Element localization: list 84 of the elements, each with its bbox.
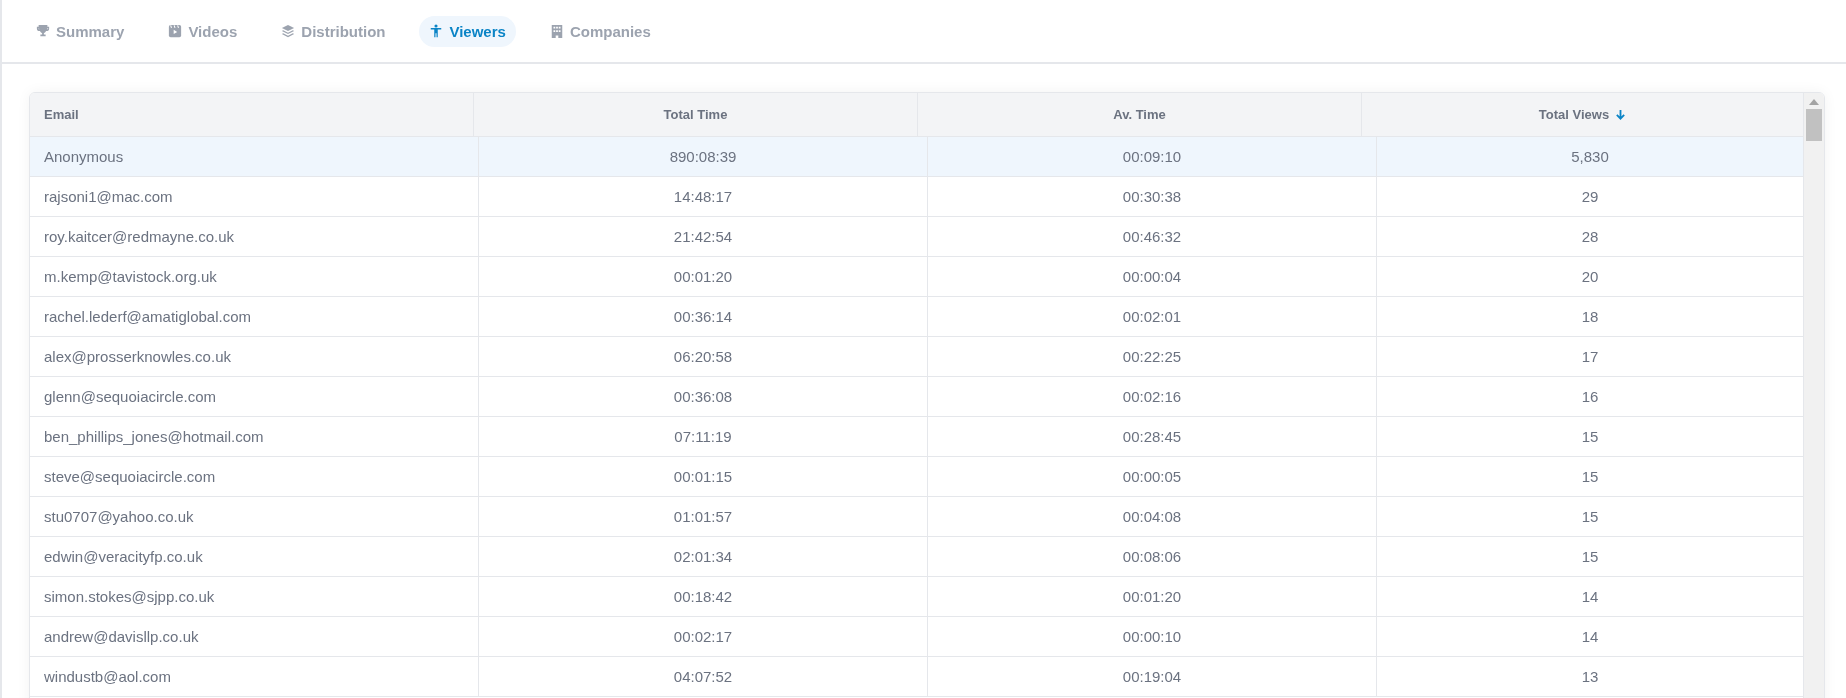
table-cell: glenn@sequoiacircle.com [30,377,479,416]
table-row[interactable]: steve@sequoiacircle.com 00:01:15 00:00:05 15 [30,457,1803,497]
table-row[interactable]: m.kemp@tavistock.org.uk 00:01:20 00:00:04 20 [30,257,1803,297]
table-cell: 890:08:39 [479,137,928,176]
table-cell: 00:36:08 [479,377,928,416]
scroll-up-arrow-icon[interactable] [1809,99,1819,105]
table-cell: 01:01:57 [479,497,928,536]
table-cell: ben_phillips_jones@hotmail.com [30,417,479,456]
table-row[interactable]: simon.stokes@sjpp.co.uk 00:18:42 00:01:20 14 [30,577,1803,617]
person-icon [429,24,444,38]
table-cell: 00:01:20 [928,577,1377,616]
table-cell-text: 15 [1580,427,1600,447]
table-row[interactable]: roy.kaitcer@redmayne.co.uk 21:42:54 00:46:32 28 [30,217,1803,257]
table-cell: stu0707@yahoo.co.uk [30,497,479,536]
table-cell-text: 28 [1580,227,1600,247]
table-cell: 00:00:05 [928,457,1377,496]
table-cell: 00:00:04 [928,257,1377,296]
arrow-down-icon[interactable] [1615,109,1627,120]
table-cell: 00:00:10 [928,617,1377,656]
table-cell: Anonymous [30,137,479,176]
table-cell: 00:04:08 [928,497,1377,536]
table-row[interactable]: glenn@sequoiacircle.com 00:36:08 00:02:16 16 [30,377,1803,417]
column-header[interactable]: Total Views [1362,93,1803,136]
table-cell: alex@prosserknowles.co.uk [30,337,479,376]
table-cell: 02:01:34 [479,537,928,576]
table-cell: 00:02:17 [479,617,928,656]
table-cell-text: 20 [1580,267,1600,287]
table-cell: 00:01:15 [479,457,928,496]
column-header[interactable]: Total Time [474,93,918,136]
table-cell-text: 5,830 [1570,147,1610,167]
table-cell: 00:19:04 [928,657,1377,696]
table-cell: 00:02:01 [928,297,1377,336]
trophy-icon [36,24,50,38]
table-cell-text: 16 [1580,387,1600,407]
table-cell: rajsoni1@mac.com [30,177,479,216]
table-row[interactable]: edwin@veracityfp.co.uk 02:01:34 00:08:06 15 [30,537,1803,577]
table-row[interactable]: windustb@aol.com 04:07:52 00:19:04 13 [30,657,1803,697]
table-cell: 21:42:54 [479,217,928,256]
tab[interactable]: Viewers [419,15,516,47]
table-cell: steve@sequoiacircle.com [30,457,479,496]
table-row[interactable]: ben_phillips_jones@hotmail.com 07:11:19 00:28:45 15 [30,417,1803,457]
table-cell: edwin@veracityfp.co.uk [30,537,479,576]
table-cell-text: 15 [1580,547,1600,567]
film-icon [168,24,183,38]
table-cell: 00:02:16 [928,377,1377,416]
table-cell: 00:36:14 [479,297,928,336]
layers-icon [281,24,296,38]
table-cell-text: 14 [1580,627,1600,647]
table-cell: 00:30:38 [928,177,1377,216]
table-cell-text: 29 [1580,187,1600,207]
table-cell: 00:46:32 [928,217,1377,256]
table-cell: windustb@aol.com [30,657,479,696]
table-cell-text: 18 [1580,307,1600,327]
table-cell: 00:18:42 [479,577,928,616]
table-cell: 00:09:10 [928,137,1377,176]
scrollbar[interactable] [1803,93,1824,698]
table-row[interactable]: stu0707@yahoo.co.uk 01:01:57 00:04:08 15 [30,497,1803,537]
table-cell: 04:07:52 [479,657,928,696]
column-header[interactable]: Email [30,93,474,136]
table-cell: 06:20:58 [479,337,928,376]
table-row[interactable]: Anonymous 890:08:39 00:09:10 5,830 [30,137,1803,177]
table-cell: andrew@davisllp.co.uk [30,617,479,656]
table-row[interactable]: rajsoni1@mac.com 14:48:17 00:30:38 29 [30,177,1803,217]
table-row[interactable]: rachel.lederf@amatiglobal.com 00:36:14 00:02:01 18 [30,297,1803,337]
table-cell: rachel.lederf@amatiglobal.com [30,297,479,336]
table-cell-text: 15 [1580,507,1600,527]
scrollbar-thumb[interactable] [1806,109,1822,141]
table-row[interactable]: andrew@davisllp.co.uk 00:02:17 00:00:10 14 [30,617,1803,657]
table-cell: 00:08:06 [928,537,1377,576]
table-cell-text: 17 [1580,347,1600,367]
table-cell: m.kemp@tavistock.org.uk [30,257,479,296]
table-row[interactable]: alex@prosserknowles.co.uk 06:20:58 00:22:25 17 [30,337,1803,377]
table-cell: 00:28:45 [928,417,1377,456]
table-cell-text: 14 [1580,587,1600,607]
table-cell-text: 15 [1580,467,1600,487]
table-cell: 14:48:17 [479,177,928,216]
column-header[interactable]: Av. Time [918,93,1362,136]
table-cell-text: 13 [1580,667,1600,687]
table-cell: 07:11:19 [479,417,928,456]
table-cell: roy.kaitcer@redmayne.co.uk [30,217,479,256]
table-cell: 00:01:20 [479,257,928,296]
table-cell: simon.stokes@sjpp.co.uk [30,577,479,616]
table-cell: 00:22:25 [928,337,1377,376]
building-icon [549,24,564,38]
